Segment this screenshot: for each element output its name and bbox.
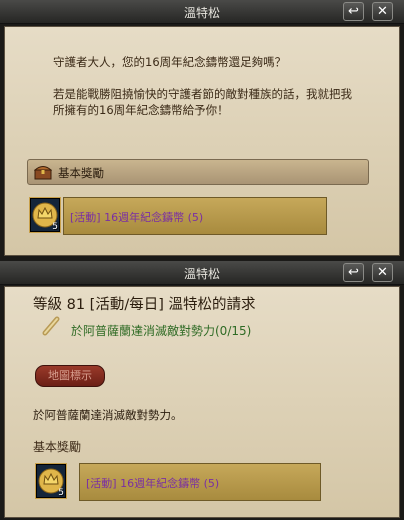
reward-section-label: 基本獎勵 [58,166,104,180]
dialog-line-3: 所擁有的16周年紀念鑄幣給予你！ [53,103,229,117]
reward-item-slot[interactable]: 5 [29,197,61,233]
window2-quest-panel: 等級 81 [活動/每日] 溫特松的請求 於阿普薩蘭達消滅敵對勢力(0/15) … [4,286,400,518]
quest-objective: 於阿普薩蘭達消滅敵對勢力(0/15) [71,324,252,338]
quest-title: 等級 81 [活動/每日] 溫特松的請求 [33,297,256,313]
window2-help-button[interactable]: ↩ [343,263,364,282]
reward-item-name: [活動] 16週年紀念鑄幣 (5) [70,211,204,224]
window2-titlebar: 溫特松 ↩ ✕ [0,261,404,285]
dialog-line-1: 守護者大人，您的16周年紀念鑄幣還足夠嗎？ [53,55,287,69]
window1-close-button[interactable]: ✕ [372,2,393,21]
reward-item-count-2: 5 [58,488,64,498]
map-marker-button[interactable]: 地圖標示 [35,365,105,387]
reward-item-slot-2[interactable]: 5 [35,463,67,499]
reward-item-bar-2[interactable]: [活動] 16週年紀念鑄幣 (5) [79,463,321,501]
quest-description: 於阿普薩蘭達消滅敵對勢力。 [33,408,183,422]
quest-scroll-icon [42,316,60,336]
window1-help-button[interactable]: ↩ [343,2,364,21]
reward-item-bar[interactable]: [活動] 16週年紀念鑄幣 (5) [63,197,327,235]
window1-titlebar: 溫特松 ↩ ✕ [0,0,404,24]
reward-item-name-2: [活動] 16週年紀念鑄幣 (5) [86,477,220,490]
window1-dialog-panel: 守護者大人，您的16周年紀念鑄幣還足夠嗎？ 若是能戰勝阻撓愉快的守護者節的敵對種… [4,26,400,256]
dialog-line-2: 若是能戰勝阻撓愉快的守護者節的敵對種族的話，我就把我 [53,87,352,101]
treasure-chest-icon [34,166,52,180]
reward-section-header: 基本獎勵 [27,159,369,185]
reward-item-count: 5 [52,222,58,232]
reward-heading: 基本獎勵 [33,440,82,454]
window2-close-button[interactable]: ✕ [372,263,393,282]
